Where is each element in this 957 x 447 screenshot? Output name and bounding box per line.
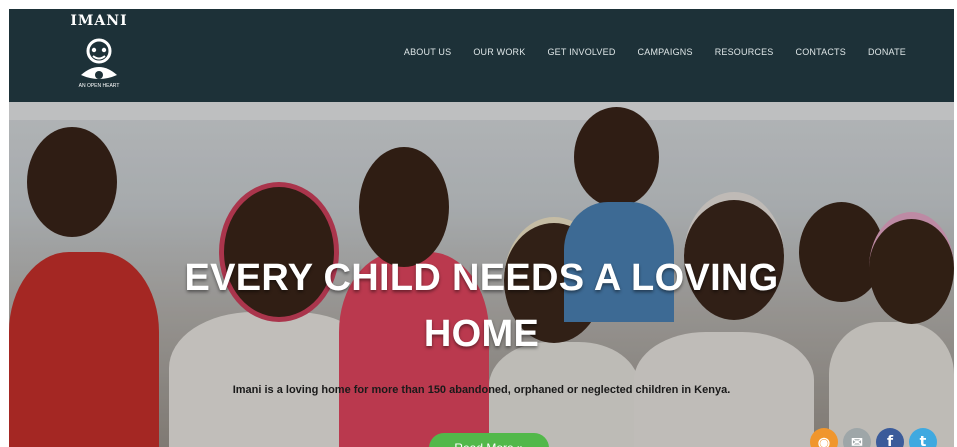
site-logo[interactable]: IMANI AN OPEN HEART — [59, 13, 139, 99]
read-more-button[interactable]: Read More » — [429, 433, 549, 447]
hero-banner: EVERY CHILD NEEDS A LOVING HOME Imani is… — [9, 102, 954, 447]
nav-item-campaigns[interactable]: CAMPAIGNS — [638, 45, 693, 59]
site-header: IMANI AN OPEN HEART ABOUT US OUR WORK GE… — [9, 9, 954, 102]
logo-tagline: AN OPEN HEART — [78, 83, 120, 89]
logo-wordmark: IMANI — [70, 13, 128, 29]
hero-subtitle: Imani is a loving home for more than 150… — [232, 384, 731, 396]
hero-title: EVERY CHILD NEEDS A LOVING HOME — [184, 257, 779, 355]
nav-item-our-work[interactable]: OUR WORK — [473, 45, 525, 59]
nav-item-about-us[interactable]: ABOUT US — [404, 45, 451, 59]
nav-item-get-involved[interactable]: GET INVOLVED — [547, 45, 615, 59]
nav-item-donate[interactable]: DONATE — [868, 45, 906, 59]
nav-item-resources[interactable]: RESOURCES — [715, 45, 774, 59]
nav-item-contacts[interactable]: CONTACTS — [796, 45, 846, 59]
main-nav: ABOUT US OUR WORK GET INVOLVED CAMPAIGNS… — [382, 45, 906, 59]
page-frame: IMANI AN OPEN HEART ABOUT US OUR WORK GE… — [9, 9, 954, 447]
logo-child-icon — [81, 38, 117, 79]
